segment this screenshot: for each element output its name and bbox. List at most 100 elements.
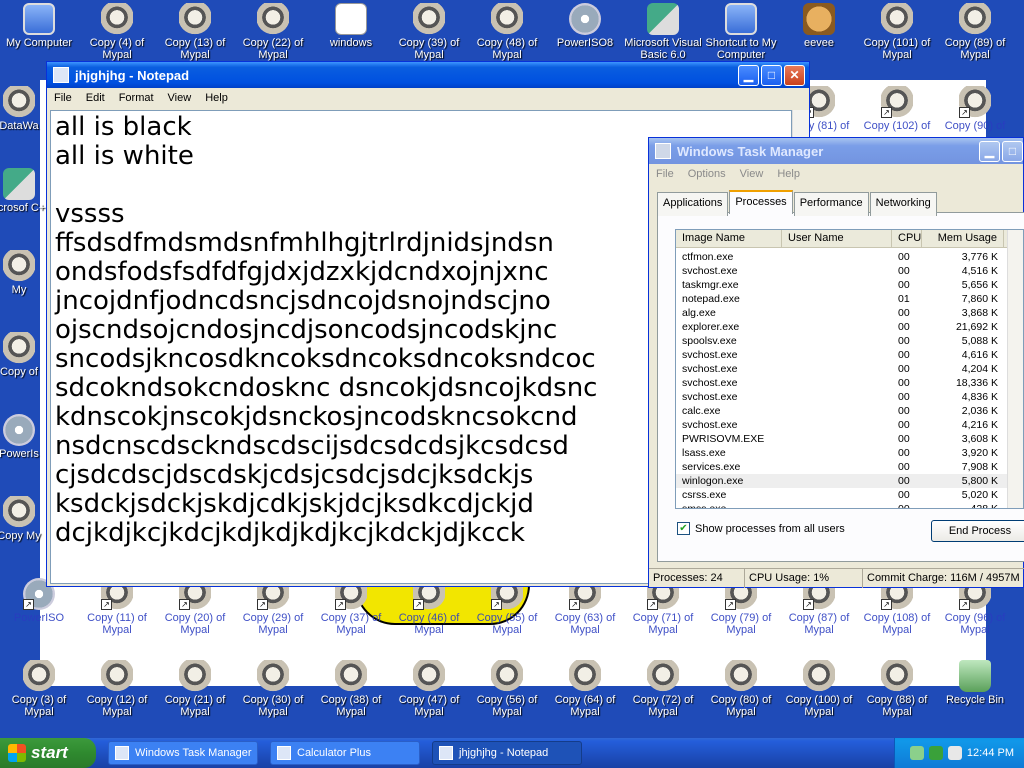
tab-processes[interactable]: Processes: [729, 190, 793, 214]
tm-menu-view[interactable]: View: [733, 168, 771, 180]
maximize-button[interactable]: □: [761, 64, 782, 86]
desktop-icon[interactable]: Copy (12) of Mypal: [78, 660, 156, 718]
process-user: [782, 348, 892, 362]
tm-menu-help[interactable]: Help: [770, 168, 807, 180]
table-row[interactable]: csrss.exe 00 5,020 K: [676, 488, 1023, 502]
column-header[interactable]: CPU: [892, 230, 922, 247]
desktop-icon[interactable]: Copy (22) of Mypal: [234, 3, 312, 61]
tm-menu-options[interactable]: Options: [681, 168, 733, 180]
desktop-icon[interactable]: PowerISO8: [546, 3, 624, 61]
show-all-users-option[interactable]: ✔ Show processes from all users: [677, 522, 845, 535]
volume-icon[interactable]: [947, 746, 962, 760]
start-button[interactable]: start: [0, 738, 96, 768]
tab-performance[interactable]: Performance: [793, 192, 869, 216]
tm-minimize-button[interactable]: ▁: [979, 140, 1000, 162]
process-mem: 21,692 K: [955, 321, 998, 333]
desktop-icon[interactable]: Copy (88) of Mypal: [858, 660, 936, 718]
raccoon-icon: [3, 496, 35, 528]
shortcut-arrow-icon: ↗: [179, 599, 190, 610]
desktop-icon-label: Copy (21) of Mypal: [164, 694, 226, 718]
menu-file[interactable]: File: [47, 92, 79, 104]
desktop-icon[interactable]: Copy (72) of Mypal: [624, 660, 702, 718]
process-list-scrollbar[interactable]: [1007, 230, 1023, 508]
desktop-icon[interactable]: My Computer: [0, 3, 78, 61]
table-row[interactable]: calc.exe 00 2,036 K: [676, 404, 1023, 418]
desktop-icon[interactable]: Copy (80) of Mypal: [702, 660, 780, 718]
minimize-button[interactable]: ▁: [738, 64, 759, 86]
table-row[interactable]: smss.exe 00 428 K: [676, 502, 1023, 508]
desktop-icon[interactable]: Copy (48) of Mypal: [468, 3, 546, 61]
close-button[interactable]: ✕: [784, 64, 805, 86]
menu-format[interactable]: Format: [112, 92, 161, 104]
tm-maximize-button[interactable]: □: [1002, 140, 1023, 162]
desktop-icon[interactable]: Copy (64) of Mypal: [546, 660, 624, 718]
process-user: [782, 306, 892, 320]
process-list[interactable]: Image Name User Name CPU Mem Usage ctfmon.e…: [675, 229, 1024, 509]
tab-networking[interactable]: Networking: [869, 192, 937, 216]
column-header[interactable]: Image Name: [676, 230, 782, 247]
table-row[interactable]: winlogon.exe 00 5,800 K: [676, 474, 1023, 488]
table-row[interactable]: svchost.exe 00 4,216 K: [676, 418, 1023, 432]
table-row[interactable]: svchost.exe 00 4,204 K: [676, 362, 1023, 376]
end-process-button[interactable]: End Process: [931, 520, 1024, 542]
table-row[interactable]: svchost.exe 00 4,516 K: [676, 264, 1023, 278]
window-icon: [439, 746, 453, 760]
task-manager-title-bar[interactable]: Windows Task Manager ▁ □: [649, 138, 1023, 164]
desktop-icon[interactable]: Copy (38) of Mypal: [312, 660, 390, 718]
table-row[interactable]: svchost.exe 00 4,836 K: [676, 390, 1023, 404]
close-icon: ✕: [789, 68, 800, 82]
desktop-icon[interactable]: Copy (3) of Mypal: [0, 660, 78, 718]
process-name: svchost.exe: [682, 349, 738, 361]
desktop-icon[interactable]: Copy (13) of Mypal: [156, 3, 234, 61]
desktop-icon[interactable]: Copy (39) of Mypal: [390, 3, 468, 61]
desktop-icon[interactable]: Copy (56) of Mypal: [468, 660, 546, 718]
table-row[interactable]: ctfmon.exe 00 3,776 K: [676, 250, 1023, 264]
process-name: svchost.exe: [682, 265, 738, 277]
desktop-icon[interactable]: windows: [312, 3, 390, 61]
desktop-icon[interactable]: ↗ Copy (90) of: [936, 86, 1014, 144]
desktop-icon[interactable]: Copy (30) of Mypal: [234, 660, 312, 718]
table-row[interactable]: svchost.exe 00 4,616 K: [676, 348, 1023, 362]
raccoon-icon: [725, 660, 757, 692]
network-icon[interactable]: [909, 746, 924, 760]
process-cpu: 00: [898, 461, 910, 473]
table-row[interactable]: lsass.exe 00 3,920 K: [676, 446, 1023, 460]
table-row[interactable]: PWRISOVM.EXE 00 3,608 K: [676, 432, 1023, 446]
desktop-icon[interactable]: Copy (47) of Mypal: [390, 660, 468, 718]
tab-applications[interactable]: Applications: [657, 192, 729, 216]
process-mem: 5,088 K: [961, 335, 998, 347]
column-header[interactable]: Mem Usage: [922, 230, 1004, 247]
table-row[interactable]: notepad.exe 01 7,860 K: [676, 292, 1023, 306]
taskbar-button[interactable]: Windows Task Manager: [108, 741, 258, 765]
taskbar-button[interactable]: jhjghjhg - Notepad: [432, 741, 582, 765]
menu-edit[interactable]: Edit: [79, 92, 112, 104]
show-all-users-checkbox[interactable]: ✔: [677, 522, 690, 535]
table-row[interactable]: explorer.exe 00 21,692 K: [676, 320, 1023, 334]
desktop-icon[interactable]: Copy (21) of Mypal: [156, 660, 234, 718]
table-row[interactable]: taskmgr.exe 00 5,656 K: [676, 278, 1023, 292]
desktop-icon[interactable]: Copy (100) of Mypal: [780, 660, 858, 718]
desktop-icon[interactable]: Microsoft Visual Basic 6.0: [624, 3, 702, 61]
desktop-icon[interactable]: eevee: [780, 3, 858, 61]
table-row[interactable]: services.exe 00 7,908 K: [676, 460, 1023, 474]
desktop-icon[interactable]: Copy (89) of Mypal: [936, 3, 1014, 61]
table-row[interactable]: spoolsv.exe 00 5,088 K: [676, 334, 1023, 348]
table-row[interactable]: svchost.exe 00 18,336 K: [676, 376, 1023, 390]
desktop-icon[interactable]: Copy (101) of Mypal: [858, 3, 936, 61]
taskbar-button[interactable]: Calculator Plus: [270, 741, 420, 765]
menu-view[interactable]: View: [161, 92, 199, 104]
table-row[interactable]: alg.exe 00 3,868 K: [676, 306, 1023, 320]
process-mem: 4,216 K: [961, 419, 998, 431]
desktop-icon[interactable]: Recycle Bin: [936, 660, 1014, 718]
desktop-icon[interactable]: ↗ Copy (102) of: [858, 86, 936, 144]
clock[interactable]: 12:44 PM: [967, 747, 1014, 759]
column-header[interactable]: User Name: [782, 230, 892, 247]
tm-menu-file[interactable]: File: [649, 168, 681, 180]
disc-icon: [3, 414, 35, 446]
desktop-icon[interactable]: Copy (4) of Mypal: [78, 3, 156, 61]
desktop-icon[interactable]: Shortcut to My Computer: [702, 3, 780, 61]
security-icon[interactable]: [928, 746, 943, 760]
task-manager-window[interactable]: Windows Task Manager ▁ □ File Options View…: [648, 137, 1024, 588]
menu-help[interactable]: Help: [198, 92, 235, 104]
notepad-title-bar[interactable]: jhjghjhg - Notepad ▁ □ ✕: [47, 62, 809, 88]
